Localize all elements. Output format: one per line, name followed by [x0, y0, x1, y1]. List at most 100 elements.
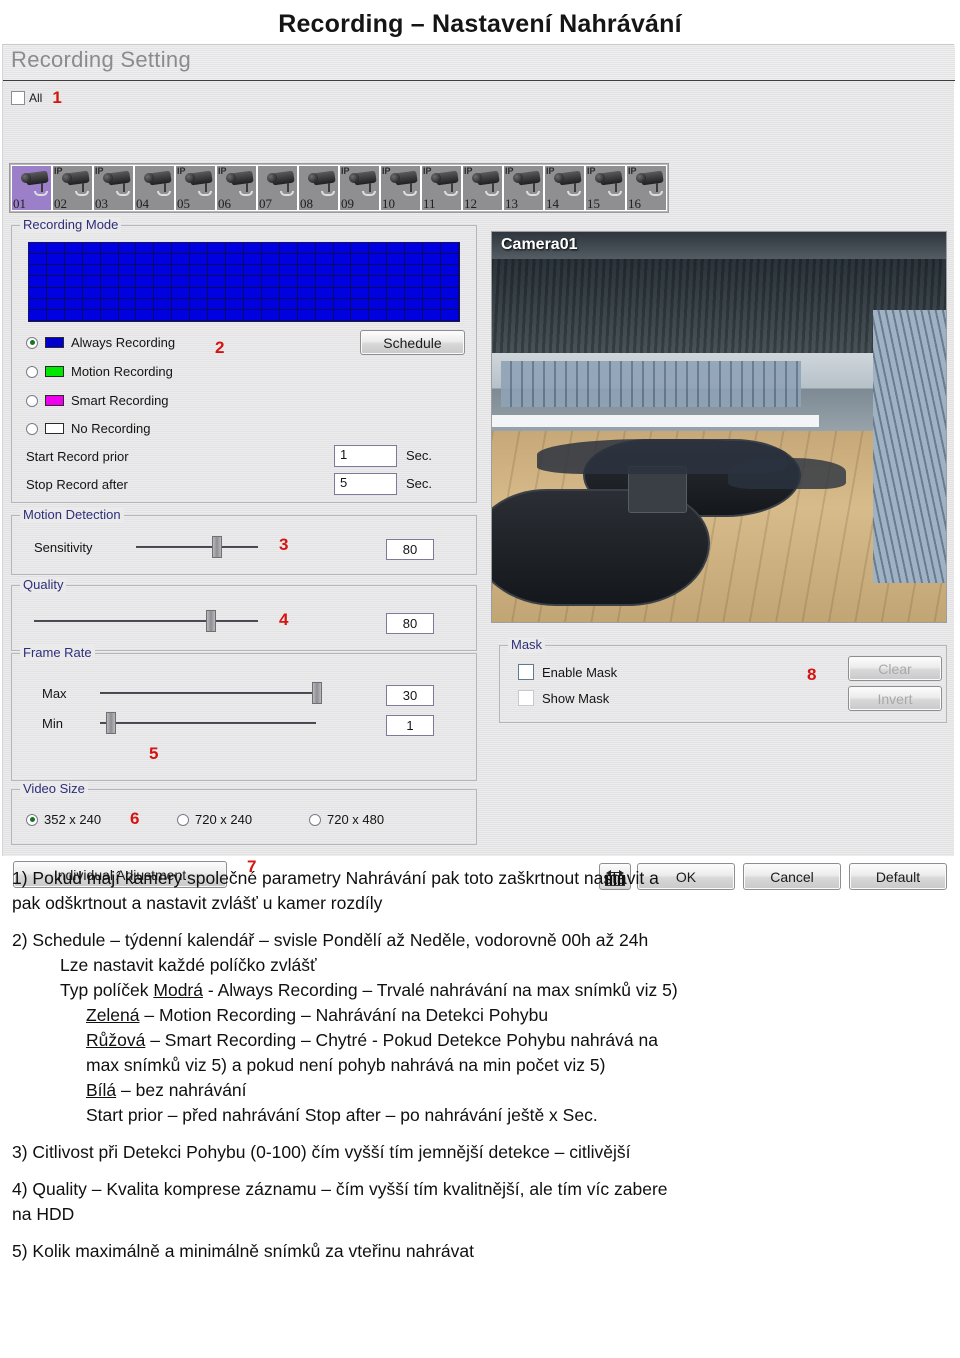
schedule-cell[interactable] — [46, 309, 65, 321]
schedule-cell[interactable] — [64, 254, 83, 266]
schedule-cell[interactable] — [333, 309, 352, 321]
sensitivity-slider-thumb[interactable] — [211, 536, 222, 558]
schedule-cell[interactable] — [100, 265, 119, 277]
schedule-cell[interactable] — [226, 298, 244, 310]
schedule-cell[interactable] — [118, 298, 137, 310]
schedule-cell[interactable] — [82, 309, 101, 321]
schedule-cell[interactable] — [136, 254, 155, 266]
schedule-cell[interactable] — [405, 287, 424, 299]
schedule-cell[interactable] — [441, 265, 459, 277]
frame-rate-max-slider[interactable] — [100, 682, 322, 704]
schedule-cell[interactable] — [172, 309, 191, 321]
schedule-cell[interactable] — [369, 254, 388, 266]
schedule-cell[interactable] — [261, 243, 280, 255]
schedule-cell[interactable] — [387, 265, 406, 277]
schedule-button[interactable]: Schedule — [360, 330, 465, 355]
schedule-cell[interactable] — [82, 298, 101, 310]
schedule-cell[interactable] — [369, 298, 388, 310]
radio-352x240[interactable] — [26, 813, 38, 826]
camera-tab-09[interactable]: IP 09 — [339, 165, 380, 211]
show-mask-checkbox[interactable] — [518, 690, 534, 706]
schedule-cell[interactable] — [172, 243, 191, 255]
video-size-option-352x240[interactable]: 352 x 240 — [26, 812, 101, 827]
schedule-cell[interactable] — [315, 298, 334, 310]
schedule-cell[interactable] — [154, 276, 173, 288]
schedule-cell[interactable] — [333, 287, 352, 299]
schedule-cell[interactable] — [118, 287, 137, 299]
schedule-cell[interactable] — [154, 254, 173, 266]
schedule-cell[interactable] — [82, 265, 101, 277]
frame-rate-min-value[interactable]: 1 — [386, 715, 434, 736]
schedule-cell[interactable] — [100, 287, 119, 299]
schedule-cell[interactable] — [208, 276, 227, 288]
schedule-cell[interactable] — [261, 265, 280, 277]
stop-record-after-input[interactable]: 5 — [334, 473, 397, 495]
schedule-cell[interactable] — [226, 265, 244, 277]
frame-rate-max-thumb[interactable] — [311, 682, 322, 704]
schedule-cell[interactable] — [279, 276, 298, 288]
schedule-cell[interactable] — [333, 265, 352, 277]
schedule-cell[interactable] — [387, 243, 406, 255]
schedule-cell[interactable] — [369, 265, 388, 277]
schedule-cell[interactable] — [64, 287, 83, 299]
camera-tab-10[interactable]: IP 10 — [380, 165, 421, 211]
schedule-cell[interactable] — [315, 309, 334, 321]
schedule-cell[interactable] — [226, 309, 244, 321]
schedule-cell[interactable] — [387, 298, 406, 310]
schedule-cell[interactable] — [46, 243, 65, 255]
schedule-cell[interactable] — [208, 309, 227, 321]
schedule-cell[interactable] — [226, 254, 244, 266]
schedule-cell[interactable] — [136, 243, 155, 255]
schedule-cell[interactable] — [243, 287, 262, 299]
schedule-cell[interactable] — [29, 243, 47, 255]
schedule-cell[interactable] — [369, 276, 388, 288]
camera-tab-12[interactable]: IP 12 — [462, 165, 503, 211]
schedule-cell[interactable] — [405, 276, 424, 288]
schedule-cell[interactable] — [315, 243, 334, 255]
schedule-cell[interactable] — [261, 298, 280, 310]
camera-tab-16[interactable]: IP 16 — [626, 165, 667, 211]
schedule-cell[interactable] — [29, 287, 47, 299]
schedule-cell[interactable] — [64, 309, 83, 321]
schedule-cell[interactable] — [405, 254, 424, 266]
mode-option-motion[interactable]: Motion Recording — [26, 364, 173, 379]
schedule-cell[interactable] — [226, 276, 244, 288]
schedule-cell[interactable] — [136, 276, 155, 288]
schedule-cell[interactable] — [423, 254, 442, 266]
schedule-cell[interactable] — [190, 276, 209, 288]
video-size-option-720x480[interactable]: 720 x 480 — [309, 812, 384, 827]
schedule-cell[interactable] — [118, 276, 137, 288]
schedule-cell[interactable] — [351, 287, 370, 299]
schedule-cell[interactable] — [226, 287, 244, 299]
schedule-cell[interactable] — [190, 309, 209, 321]
schedule-cell[interactable] — [405, 309, 424, 321]
frame-rate-min-thumb[interactable] — [106, 712, 117, 734]
video-size-option-720x240[interactable]: 720 x 240 — [177, 812, 252, 827]
schedule-cell[interactable] — [351, 254, 370, 266]
schedule-cell[interactable] — [423, 265, 442, 277]
schedule-cell[interactable] — [333, 276, 352, 288]
mode-option-always[interactable]: Always Recording — [26, 335, 175, 350]
schedule-cell[interactable] — [29, 276, 47, 288]
schedule-cell[interactable] — [261, 254, 280, 266]
schedule-cell[interactable] — [261, 287, 280, 299]
schedule-cell[interactable] — [333, 298, 352, 310]
camera-tab-13[interactable]: IP 13 — [503, 165, 544, 211]
schedule-cell[interactable] — [405, 298, 424, 310]
schedule-cell[interactable] — [243, 243, 262, 255]
schedule-cell[interactable] — [136, 265, 155, 277]
schedule-cell[interactable] — [279, 309, 298, 321]
schedule-cell[interactable] — [243, 309, 262, 321]
schedule-cell[interactable] — [172, 254, 191, 266]
schedule-cell[interactable] — [315, 287, 334, 299]
schedule-cell[interactable] — [100, 298, 119, 310]
schedule-cell[interactable] — [226, 243, 244, 255]
show-mask-row[interactable]: Show Mask — [518, 690, 609, 706]
schedule-cell[interactable] — [387, 309, 406, 321]
sensitivity-value[interactable]: 80 — [386, 539, 434, 560]
schedule-cell[interactable] — [46, 265, 65, 277]
radio-720x480[interactable] — [309, 813, 321, 826]
camera-tab-03[interactable]: IP 03 — [93, 165, 134, 211]
schedule-cell[interactable] — [82, 254, 101, 266]
schedule-cell[interactable] — [208, 298, 227, 310]
